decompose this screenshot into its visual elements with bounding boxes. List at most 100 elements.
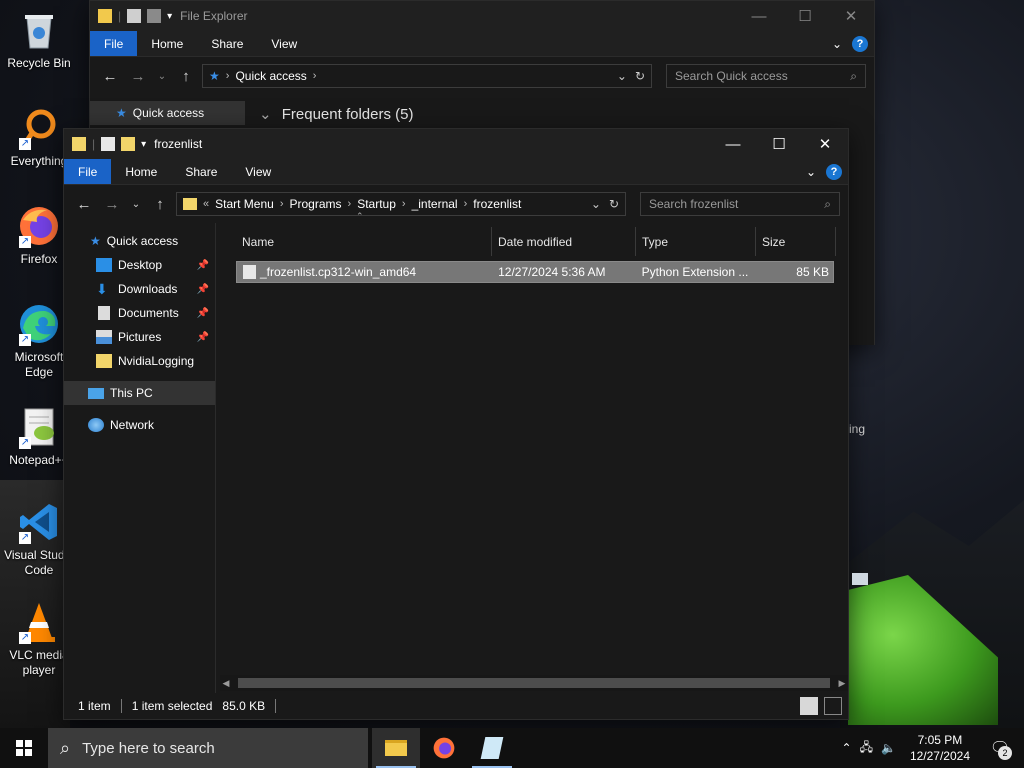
nav-desktop[interactable]: Desktop 📌 xyxy=(64,253,215,277)
close-button[interactable]: ✕ xyxy=(828,1,874,31)
recent-locations-button[interactable]: ⌄ xyxy=(154,71,170,82)
close-button[interactable]: ✕ xyxy=(802,129,848,159)
taskbar-file-explorer[interactable] xyxy=(372,728,420,768)
minimize-button[interactable]: — xyxy=(710,129,756,159)
search-input[interactable]: Search Quick access xyxy=(675,69,850,83)
breadcrumb-frozenlist[interactable]: frozenlist xyxy=(473,197,521,211)
help-icon[interactable]: ? xyxy=(826,163,842,180)
navigation-pane[interactable]: ★ Quick access Desktop 📌 ⬇ Downloads 📌 D… xyxy=(64,223,216,693)
tab-view[interactable]: View xyxy=(231,159,285,184)
breadcrumb-quick-access[interactable]: Quick access xyxy=(235,69,306,83)
maximize-button[interactable]: ☐ xyxy=(756,129,802,159)
expand-ribbon-icon[interactable]: ⌄ xyxy=(806,165,816,179)
column-type[interactable]: Type xyxy=(636,227,756,256)
start-button[interactable] xyxy=(0,728,48,768)
desktop-icon-recycle-bin[interactable]: Recycle Bin xyxy=(0,8,78,71)
scroll-right-icon[interactable]: ▶ xyxy=(836,678,848,689)
up-button[interactable]: ↑ xyxy=(174,68,198,85)
tab-file[interactable]: File xyxy=(64,159,112,184)
pin-icon[interactable]: 📌 xyxy=(197,332,209,343)
nav-pictures[interactable]: Pictures 📌 xyxy=(64,325,215,349)
back-window-titlebar[interactable]: | ▾ File Explorer — ☐ ✕ xyxy=(90,1,874,31)
quick-access-star-icon: ★ xyxy=(209,69,220,83)
ribbon-tabs: File Home Share View ⌄ ? xyxy=(90,31,874,57)
status-item-count: 1 item xyxy=(78,699,111,713)
help-icon[interactable]: ? xyxy=(852,35,868,52)
forward-button[interactable]: → xyxy=(100,196,124,213)
back-button[interactable]: ← xyxy=(98,68,122,85)
scrollbar-thumb[interactable] xyxy=(238,678,830,688)
address-bar[interactable]: « Start Menu › Programs › Startup › _int… xyxy=(176,192,626,216)
up-button[interactable]: ↑ xyxy=(148,196,172,213)
expand-ribbon-icon[interactable]: ⌄ xyxy=(832,37,842,51)
customize-qat-icon[interactable]: ▾ xyxy=(141,139,146,150)
nav-label: NvidiaLogging xyxy=(118,354,195,368)
forward-button[interactable]: → xyxy=(126,68,150,85)
nav-nvidialogging[interactable]: NvidiaLogging xyxy=(64,349,215,373)
refresh-icon[interactable]: ↻ xyxy=(635,69,645,83)
address-dropdown-icon[interactable]: ⌄ xyxy=(617,69,627,83)
breadcrumb-start-menu[interactable]: Start Menu xyxy=(215,197,274,211)
show-hidden-icons-icon[interactable]: ⌃ xyxy=(842,741,852,755)
nav-this-pc[interactable]: This PC xyxy=(64,381,215,405)
properties-icon[interactable] xyxy=(101,137,116,151)
customize-qat-icon[interactable]: ▾ xyxy=(167,11,172,22)
address-dropdown-icon[interactable]: ⌄ xyxy=(591,197,601,211)
breadcrumb-overflow[interactable]: « xyxy=(203,198,209,210)
column-date-modified[interactable]: Date modified xyxy=(492,227,636,256)
nav-downloads[interactable]: ⬇ Downloads 📌 xyxy=(64,277,215,301)
nav-label: Network xyxy=(110,418,155,432)
breadcrumb-separator-icon: › xyxy=(463,198,468,210)
search-box[interactable]: Search frozenlist ⌕ xyxy=(640,192,840,216)
column-name[interactable]: Name xyxy=(236,227,492,256)
breadcrumb-internal[interactable]: _internal xyxy=(412,197,458,211)
folder-icon xyxy=(96,354,112,368)
new-folder-icon[interactable] xyxy=(147,9,162,23)
properties-icon[interactable] xyxy=(127,9,142,23)
front-window-titlebar[interactable]: | ▾ frozenlist — ☐ ✕ xyxy=(64,129,848,159)
tab-view[interactable]: View xyxy=(257,31,311,56)
maximize-button[interactable]: ☐ xyxy=(782,1,828,31)
network-status-icon[interactable]: 🖧 xyxy=(860,738,873,759)
back-button[interactable]: ← xyxy=(72,196,96,213)
search-box[interactable]: Search Quick access ⌕ xyxy=(666,64,866,88)
tab-share[interactable]: Share xyxy=(197,31,257,56)
pin-icon[interactable]: 📌 xyxy=(197,284,209,295)
clock[interactable]: 7:05 PM 12/27/2024 xyxy=(904,732,976,764)
large-icons-view-icon[interactable] xyxy=(824,697,842,715)
file-list[interactable]: ⌃ Name Date modified Type Size _frozenli… xyxy=(216,211,848,693)
taskbar-firefox[interactable] xyxy=(420,728,468,768)
breadcrumb-startup[interactable]: Startup xyxy=(357,197,396,211)
action-center-button[interactable]: 🗨 2 xyxy=(984,728,1016,768)
refresh-icon[interactable]: ↻ xyxy=(609,197,619,211)
nav-network[interactable]: Network xyxy=(64,413,215,437)
search-input[interactable]: Search frozenlist xyxy=(649,197,824,211)
tab-home[interactable]: Home xyxy=(111,159,171,184)
new-folder-icon[interactable] xyxy=(121,137,136,151)
network-icon xyxy=(88,418,104,432)
volume-muted-icon[interactable]: 🔈 xyxy=(881,741,896,755)
tab-file[interactable]: File xyxy=(90,31,138,56)
breadcrumb-programs[interactable]: Programs xyxy=(290,197,342,211)
nav-quick-access[interactable]: ★ Quick access xyxy=(64,229,215,253)
taskbar-search[interactable]: ⌕ Type here to search xyxy=(48,728,368,768)
minimize-button[interactable]: — xyxy=(736,1,782,31)
address-bar[interactable]: ★ › Quick access › ⌄ ↻ xyxy=(202,64,652,88)
pin-icon[interactable]: 📌 xyxy=(197,260,209,271)
scroll-left-icon[interactable]: ◀ xyxy=(220,678,232,689)
frozenlist-explorer-window[interactable]: | ▾ frozenlist — ☐ ✕ File Home Share Vie… xyxy=(63,128,849,720)
recent-locations-button[interactable]: ⌄ xyxy=(128,199,144,210)
frequent-folders-heading[interactable]: ⌄ Frequent folders (5) xyxy=(259,105,860,123)
horizontal-scrollbar[interactable]: ◀ ▶ xyxy=(220,675,848,691)
nav-quick-access[interactable]: ★ Quick access xyxy=(90,101,245,125)
taskbar-notepad[interactable] xyxy=(468,728,516,768)
taskbar-search-input[interactable]: Type here to search xyxy=(82,740,215,757)
breadcrumb-separator-icon: › xyxy=(401,198,406,210)
nav-documents[interactable]: Documents 📌 xyxy=(64,301,215,325)
column-size[interactable]: Size xyxy=(756,227,836,256)
details-view-icon[interactable] xyxy=(800,697,818,715)
tab-home[interactable]: Home xyxy=(137,31,197,56)
file-row[interactable]: _frozenlist.cp312-win_amd64 12/27/2024 5… xyxy=(236,261,834,283)
pin-icon[interactable]: 📌 xyxy=(197,308,209,319)
tab-share[interactable]: Share xyxy=(171,159,231,184)
